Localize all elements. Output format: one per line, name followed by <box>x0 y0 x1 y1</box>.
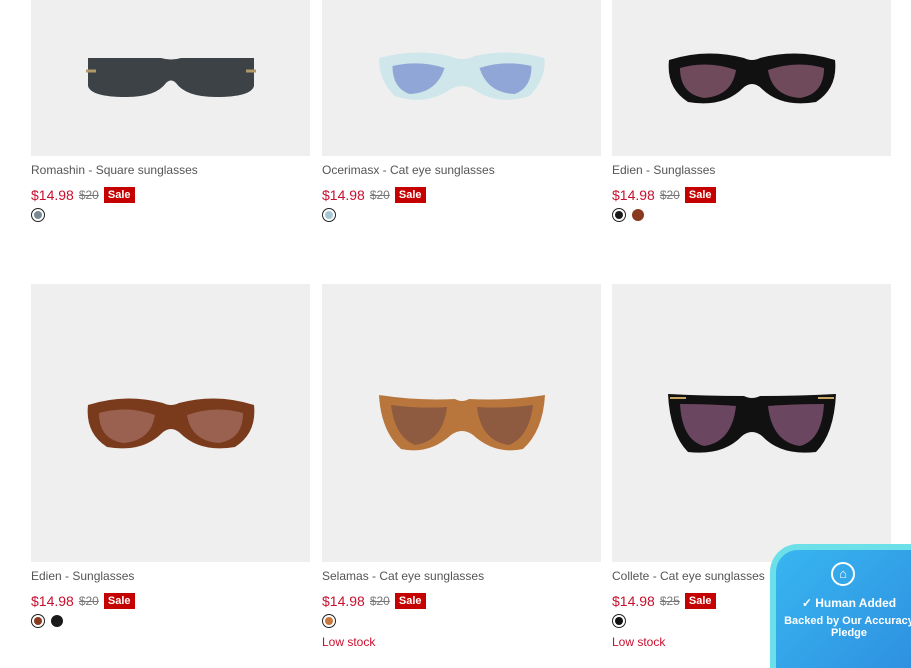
color-swatch[interactable] <box>612 614 626 628</box>
sale-badge: Sale <box>394 592 426 609</box>
sale-badge: Sale <box>684 186 716 203</box>
sale-badge: Sale <box>103 592 135 609</box>
product-name[interactable]: Selamas - Cat eye sunglasses <box>322 569 601 583</box>
badge-title: Human Added <box>815 596 897 610</box>
product-image[interactable] <box>322 0 601 156</box>
original-price: $25 <box>659 593 680 608</box>
accuracy-pledge-badge[interactable]: ⌂ ✓ Human Added Backed by Our Accuracy P… <box>770 544 911 668</box>
product-image[interactable] <box>612 0 891 156</box>
product-card[interactable]: Edien - Sunglasses $14.98 $20 Sale <box>612 0 891 222</box>
sale-badge: Sale <box>394 186 426 203</box>
sale-price: $14.98 <box>31 592 74 609</box>
color-swatch[interactable] <box>31 208 45 222</box>
check-circle-icon: ✓ <box>801 596 812 610</box>
badge-subtitle: Backed by Our Accuracy Pledge <box>784 615 911 639</box>
color-swatch[interactable] <box>322 208 336 222</box>
sale-badge: Sale <box>103 186 135 203</box>
color-swatch[interactable] <box>632 209 644 221</box>
color-swatch[interactable] <box>51 615 63 627</box>
sale-price: $14.98 <box>31 186 74 203</box>
product-image[interactable] <box>612 284 891 562</box>
product-name[interactable]: Romashin - Square sunglasses <box>31 163 310 177</box>
sale-price: $14.98 <box>322 186 365 203</box>
sale-badge: Sale <box>684 592 716 609</box>
product-name[interactable]: Edien - Sunglasses <box>31 569 310 583</box>
sale-price: $14.98 <box>322 592 365 609</box>
original-price: $20 <box>78 593 99 608</box>
original-price: $20 <box>369 187 390 202</box>
product-image[interactable] <box>322 284 601 562</box>
house-shield-icon: ⌂ <box>831 562 855 586</box>
product-image[interactable] <box>31 0 310 156</box>
color-swatch[interactable] <box>31 614 45 628</box>
color-swatch[interactable] <box>322 614 336 628</box>
product-image[interactable] <box>31 284 310 562</box>
product-card[interactable]: Ocerimasx - Cat eye sunglasses $14.98 $2… <box>322 0 601 222</box>
product-card[interactable]: Edien - Sunglasses $14.98 $20 Sale <box>31 284 310 628</box>
original-price: $20 <box>78 187 99 202</box>
product-card[interactable]: Selamas - Cat eye sunglasses $14.98 $20 … <box>322 284 601 649</box>
product-card[interactable]: Romashin - Square sunglasses $14.98 $20 … <box>31 0 310 222</box>
color-swatch[interactable] <box>612 208 626 222</box>
original-price: $20 <box>369 593 390 608</box>
sale-price: $14.98 <box>612 186 655 203</box>
original-price: $20 <box>659 187 680 202</box>
product-name[interactable]: Edien - Sunglasses <box>612 163 891 177</box>
product-name[interactable]: Ocerimasx - Cat eye sunglasses <box>322 163 601 177</box>
stock-status: Low stock <box>322 635 376 649</box>
sale-price: $14.98 <box>612 592 655 609</box>
